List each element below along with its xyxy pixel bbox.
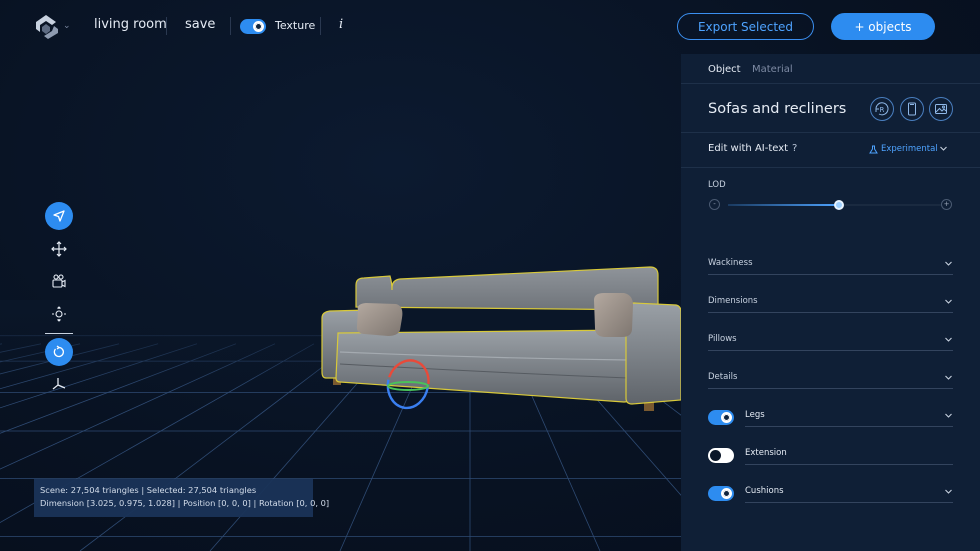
chevron-down-icon[interactable]: ⌄ <box>63 21 71 31</box>
section-wackiness[interactable]: Wackiness <box>708 255 953 275</box>
option-cushions[interactable]: Cushions <box>745 483 953 503</box>
axes-icon <box>52 378 66 390</box>
save-button[interactable]: save <box>185 17 215 32</box>
divider <box>320 17 321 35</box>
lod-label: LOD <box>708 180 726 190</box>
texture-label: Texture <box>275 19 316 32</box>
divider <box>166 17 167 35</box>
top-bar: ⌄ living room save Texture i Export Sele… <box>0 0 980 54</box>
image-frame-icon <box>935 104 947 114</box>
status-transform: Dimension [3.025, 0.975, 1.028] | Positi… <box>40 498 330 508</box>
section-details[interactable]: Details <box>708 369 953 389</box>
object-category-title: Sofas and recliners <box>708 101 847 117</box>
ai-edit-label: Edit with AI-text <box>708 143 789 154</box>
image-button[interactable] <box>929 97 953 121</box>
mobile-device-icon <box>908 102 916 116</box>
r-badge-icon: R <box>875 102 889 116</box>
lod-slider[interactable] <box>728 200 941 210</box>
option-label: Legs <box>745 410 765 420</box>
info-icon[interactable]: i <box>339 17 343 32</box>
extension-toggle[interactable] <box>708 448 734 463</box>
divider <box>230 17 231 35</box>
camera-tool[interactable] <box>45 267 73 295</box>
option-legs[interactable]: Legs <box>745 407 953 427</box>
chevron-down-icon <box>945 337 952 342</box>
lod-decrease-button[interactable]: - <box>709 199 720 210</box>
chevron-down-icon <box>945 299 952 304</box>
chevron-down-icon[interactable] <box>939 144 948 153</box>
chevron-down-icon <box>945 375 952 380</box>
divider <box>681 83 980 84</box>
svg-text:R: R <box>880 106 885 114</box>
section-pillows[interactable]: Pillows <box>708 331 953 351</box>
divider <box>681 167 980 168</box>
status-triangles: Scene: 27,504 triangles | Selected: 27,5… <box>40 485 257 495</box>
divider <box>681 132 980 133</box>
section-label: Wackiness <box>708 258 753 268</box>
chevron-down-icon <box>945 261 952 266</box>
camera-icon <box>52 274 66 288</box>
mobile-preview-button[interactable] <box>900 97 924 121</box>
option-label: Cushions <box>745 486 784 496</box>
orbit-tool[interactable] <box>45 300 73 328</box>
flask-icon <box>869 145 878 153</box>
render-button[interactable]: R <box>870 97 894 121</box>
texture-toggle[interactable] <box>240 19 266 34</box>
cushions-toggle[interactable] <box>708 486 734 501</box>
experimental-label: Experimental <box>881 144 938 154</box>
chevron-down-icon <box>945 413 952 418</box>
move-tool[interactable] <box>45 235 73 263</box>
chevron-down-icon <box>945 489 952 494</box>
room-name[interactable]: living room <box>94 17 167 32</box>
axes-tool[interactable] <box>45 370 73 398</box>
rotate-icon <box>53 345 64 358</box>
cursor-arrow-icon <box>53 210 65 222</box>
scene-status: Scene: 27,504 triangles | Selected: 27,5… <box>34 479 330 517</box>
help-icon[interactable]: ? <box>792 143 797 154</box>
lod-slider-fill <box>728 204 839 206</box>
orbit-target-icon <box>52 306 66 322</box>
add-objects-button[interactable]: + objects <box>831 13 935 40</box>
toolbar-divider <box>45 333 73 334</box>
option-extension[interactable]: Extension <box>745 445 953 465</box>
section-label: Details <box>708 372 738 382</box>
lod-increase-button[interactable]: + <box>941 199 952 210</box>
app-logo-icon[interactable] <box>34 14 60 40</box>
section-label: Pillows <box>708 334 737 344</box>
move-arrows-icon <box>51 241 67 257</box>
section-label: Dimensions <box>708 296 758 306</box>
tab-material[interactable]: Material <box>752 64 793 75</box>
lod-slider-thumb[interactable] <box>833 200 844 210</box>
select-tool[interactable] <box>45 202 73 230</box>
legs-toggle[interactable] <box>708 410 734 425</box>
option-label: Extension <box>745 448 787 458</box>
section-dimensions[interactable]: Dimensions <box>708 293 953 313</box>
rotate-tool[interactable] <box>45 338 73 366</box>
export-selected-button[interactable]: Export Selected <box>677 13 814 40</box>
experimental-dropdown[interactable]: Experimental <box>869 144 938 154</box>
properties-panel: Object Material Sofas and recliners R Ed… <box>681 54 980 551</box>
tab-object[interactable]: Object <box>708 64 741 75</box>
